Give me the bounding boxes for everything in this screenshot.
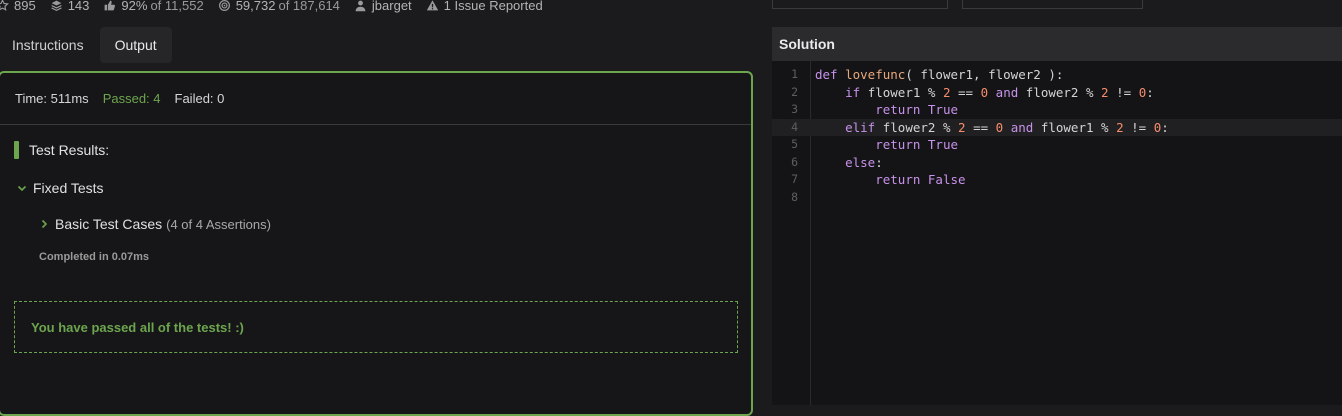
user-icon: [354, 0, 367, 12]
target-icon: [218, 0, 231, 12]
line-number: 3: [791, 102, 798, 116]
satisfaction-votes: of 11,552: [150, 0, 204, 13]
collections-stat[interactable]: 143: [50, 0, 90, 13]
line-number: 8: [791, 189, 798, 204]
code-line[interactable]: 1 def lovefunc( flower1, flower2 ):: [772, 66, 1342, 84]
author-name[interactable]: jbarget: [372, 0, 412, 13]
assertion-count: (4 of 4 Assertions): [166, 216, 271, 232]
results-accent-bar: [14, 141, 19, 159]
code-text[interactable]: return True: [815, 101, 958, 119]
code-text[interactable]: def lovefunc( flower1, flower2 ):: [815, 66, 1063, 84]
code-text[interactable]: return False: [815, 171, 965, 189]
failed-label: Failed: 0: [174, 91, 225, 106]
panel-tabs: Instructions Output: [0, 27, 172, 63]
kata-stats-bar: 895 143 92% of 11,552 59,732 of 187,614 …: [0, 0, 557, 14]
all-passed-message: You have passed all of the tests! :): [14, 301, 738, 353]
issues-text[interactable]: 1 Issue Reported: [444, 0, 543, 13]
line-number: 5: [791, 137, 798, 151]
fixed-tests-group[interactable]: Fixed Tests: [16, 180, 104, 196]
line-number: 2: [791, 84, 798, 99]
completed-count: 59,732: [235, 0, 276, 13]
tab-instructions[interactable]: Instructions: [0, 27, 96, 63]
test-summary: Time: 511ms Passed: 4 Failed: 0: [0, 73, 751, 125]
code-line[interactable]: 3 return True: [772, 101, 1342, 119]
chevron-down-icon[interactable]: [16, 182, 28, 194]
satisfaction-rate: 92%: [121, 0, 148, 13]
completed-time: Completed in 0.07ms: [39, 251, 150, 263]
stack-icon: [50, 0, 63, 12]
satisfaction-stat: 92% of 11,552: [103, 0, 204, 13]
attempted-count: of 187,614: [278, 0, 340, 13]
collections-count: 143: [67, 0, 90, 13]
passed-label: Passed: 4: [102, 91, 161, 106]
star-icon: [0, 0, 9, 12]
code-line[interactable]: 5 return True: [772, 136, 1342, 154]
fixed-tests-label[interactable]: Fixed Tests: [33, 180, 104, 196]
code-lines[interactable]: 1 def lovefunc( flower1, flower2 ): 2 if …: [772, 66, 1342, 206]
tab-output[interactable]: Output: [99, 27, 172, 63]
time-label: Time: 511ms: [15, 91, 89, 106]
language-select[interactable]: [772, 0, 948, 9]
code-text[interactable]: elif flower2 % 2 == 0 and flower1 % 2 !=…: [815, 119, 1169, 137]
code-line-active[interactable]: 4 elif flower2 % 2 == 0 and flower1 % 2 …: [772, 118, 1342, 137]
solution-header: Solution: [772, 27, 1342, 61]
code-editor[interactable]: 1 def lovefunc( flower1, flower2 ): 2 if …: [772, 61, 1342, 405]
line-number: 4: [791, 119, 798, 134]
line-number: 6: [791, 154, 798, 169]
line-number: 1: [791, 67, 798, 81]
stars-stat[interactable]: 895: [0, 0, 36, 13]
code-text[interactable]: return True: [815, 136, 958, 154]
test-case-name[interactable]: Basic Test Cases: [55, 216, 162, 232]
code-line[interactable]: 6 else:: [772, 154, 1342, 172]
stars-count: 895: [14, 0, 36, 13]
code-line[interactable]: 8: [772, 189, 1342, 207]
code-text[interactable]: if flower1 % 2 == 0 and flower2 % 2 != 0…: [815, 84, 1154, 102]
author-stat[interactable]: jbarget: [354, 0, 412, 13]
basic-test-cases-item[interactable]: Basic Test Cases (4 of 4 Assertions): [38, 216, 271, 232]
issues-stat[interactable]: 1 Issue Reported: [426, 0, 543, 13]
test-results-heading: Test Results:: [14, 141, 109, 159]
code-text[interactable]: else:: [815, 154, 883, 172]
results-heading-text: Test Results:: [29, 142, 110, 158]
version-select[interactable]: [962, 0, 1143, 9]
thumbs-up-icon: [103, 0, 116, 12]
line-number: 7: [791, 172, 798, 186]
warning-icon: [426, 0, 439, 12]
code-line[interactable]: 7 return False: [772, 171, 1342, 189]
code-line[interactable]: 2 if flower1 % 2 == 0 and flower2 % 2 !=…: [772, 84, 1342, 102]
chevron-right-icon[interactable]: [38, 218, 50, 230]
output-panel: Time: 511ms Passed: 4 Failed: 0 Test Res…: [0, 71, 753, 416]
completed-stat: 59,732 of 187,614: [218, 0, 340, 13]
